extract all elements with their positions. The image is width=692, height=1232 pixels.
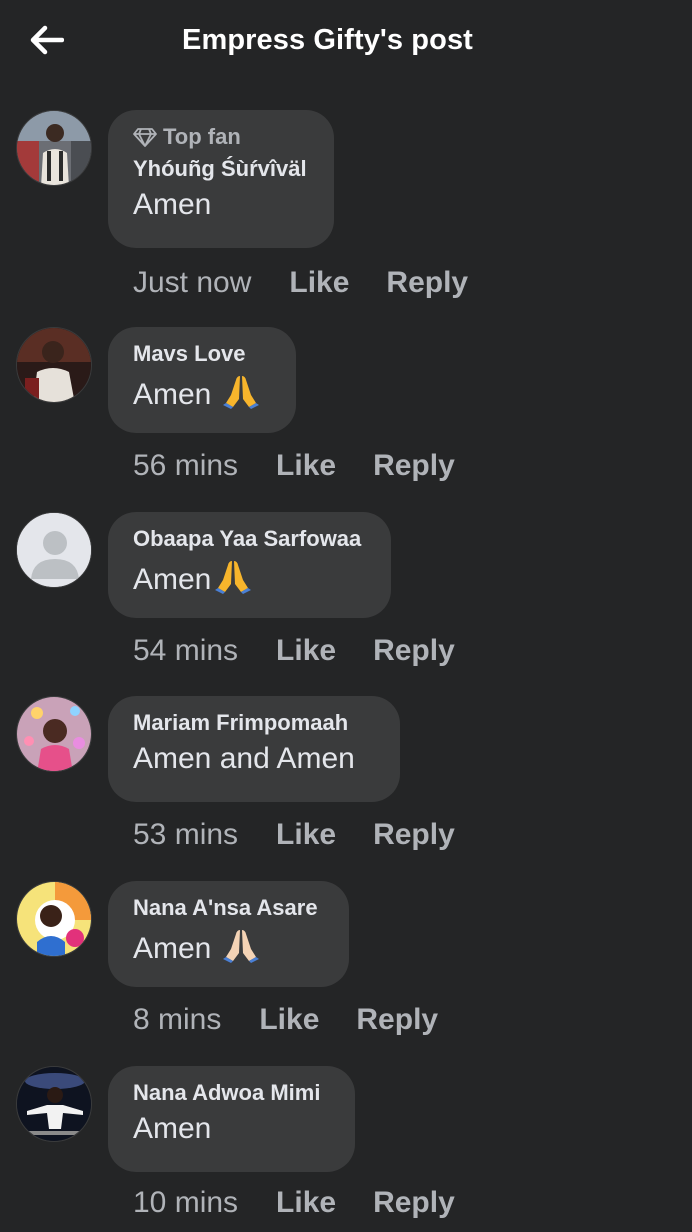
comment-time: 8 mins — [133, 1003, 222, 1036]
folded-hands-icon — [213, 558, 253, 602]
avatar[interactable] — [16, 327, 92, 403]
reply-button[interactable]: Reply — [373, 818, 455, 852]
comment-time: Just now — [133, 266, 252, 299]
reply-button[interactable]: Reply — [356, 1003, 438, 1037]
comment-text: Amen — [133, 927, 323, 971]
avatar[interactable] — [16, 881, 92, 957]
comment-actions: 53 mins Like Reply — [133, 818, 455, 852]
comment-time: 10 mins — [133, 1186, 239, 1219]
comment-text: Amen — [133, 1112, 212, 1145]
comment-actions: 54 mins Like Reply — [133, 634, 455, 668]
comment-author[interactable]: Obaapa Yaa Sarfowaa — [133, 526, 365, 552]
folded-hands-light-icon — [221, 927, 261, 971]
comment-text: Amen — [133, 188, 212, 221]
like-button[interactable]: Like — [276, 1186, 336, 1220]
top-fan-badge: Top fan — [133, 124, 308, 150]
avatar[interactable] — [16, 110, 92, 186]
avatar-photo — [17, 1067, 91, 1141]
comment-bubble[interactable]: Nana A'nsa Asare Amen — [108, 881, 349, 987]
comment-bubble[interactable]: Mariam Frimpomaah Amen and Amen — [108, 696, 400, 802]
page-title: Empress Gifty's post — [182, 24, 473, 56]
badge-label: Top fan — [163, 124, 241, 149]
comment-actions: 10 mins Like Reply — [133, 1186, 455, 1220]
avatar-photo — [17, 882, 91, 956]
like-button[interactable]: Like — [276, 634, 336, 668]
diamond-icon — [133, 128, 157, 147]
comment-author[interactable]: Yhóuñg Śùŕvîväl — [133, 156, 308, 182]
comment-author[interactable]: Mariam Frimpomaah — [133, 710, 374, 736]
back-button[interactable] — [22, 20, 70, 60]
default-avatar-icon — [17, 513, 91, 587]
like-button[interactable]: Like — [259, 1003, 319, 1037]
reply-button[interactable]: Reply — [386, 266, 468, 300]
comment-time: 53 mins — [133, 818, 239, 851]
arrow-left-icon — [30, 25, 64, 55]
avatar-photo — [17, 697, 91, 771]
avatar-photo — [17, 328, 91, 402]
comment-bubble[interactable]: Obaapa Yaa Sarfowaa Amen — [108, 512, 391, 618]
top-bar: Empress Gifty's post — [0, 0, 692, 92]
comment-actions: Just now Like Reply — [133, 266, 468, 300]
avatar-photo — [17, 111, 91, 185]
comment-time: 56 mins — [133, 449, 239, 482]
comment-bubble[interactable]: Nana Adwoa Mimi Amen — [108, 1066, 355, 1172]
avatar[interactable] — [16, 512, 92, 588]
comment-actions: 56 mins Like Reply — [133, 449, 455, 483]
comment-text: Amen and Amen — [133, 742, 355, 775]
comment-text: Amen — [133, 373, 270, 417]
comment-author[interactable]: Nana A'nsa Asare — [133, 895, 323, 921]
avatar[interactable] — [16, 1066, 92, 1142]
comment-text: Amen — [133, 558, 365, 602]
comment-author[interactable]: Nana Adwoa Mimi — [133, 1080, 329, 1106]
comment-bubble[interactable]: Top fan Yhóuñg Śùŕvîväl Amen — [108, 110, 334, 248]
reply-button[interactable]: Reply — [373, 449, 455, 483]
reply-button[interactable]: Reply — [373, 1186, 455, 1220]
folded-hands-icon — [221, 373, 261, 417]
comment-bubble[interactable]: Mavs Love Amen — [108, 327, 296, 433]
comment-time: 54 mins — [133, 634, 239, 667]
like-button[interactable]: Like — [276, 449, 336, 483]
like-button[interactable]: Like — [276, 818, 336, 852]
comment-actions: 8 mins Like Reply — [133, 1003, 438, 1037]
avatar[interactable] — [16, 696, 92, 772]
comment-author[interactable]: Mavs Love — [133, 341, 270, 367]
reply-button[interactable]: Reply — [373, 634, 455, 668]
like-button[interactable]: Like — [289, 266, 349, 300]
